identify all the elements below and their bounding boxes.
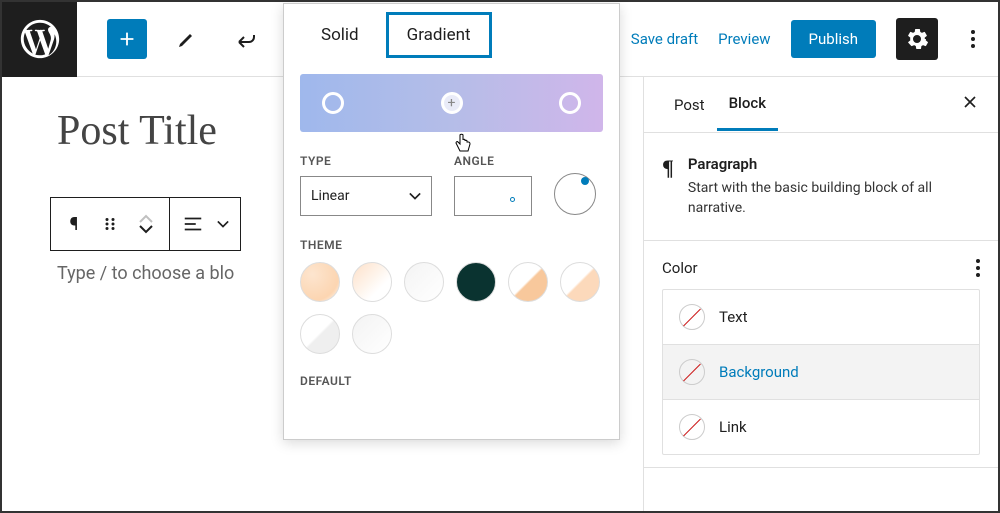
gradient-type-value: Linear — [311, 188, 349, 204]
gear-icon — [905, 27, 929, 51]
undo-button[interactable] — [227, 19, 267, 59]
sidebar-tabs: Post Block — [644, 77, 998, 133]
none-swatch-icon — [679, 414, 705, 440]
swatch-theme-6[interactable] — [560, 262, 600, 302]
swatch-theme-1[interactable] — [300, 262, 340, 302]
block-drag-handle[interactable] — [95, 209, 125, 239]
drag-icon — [101, 215, 119, 233]
save-draft-button[interactable]: Save draft — [631, 30, 698, 48]
publish-button[interactable]: Publish — [791, 20, 876, 58]
angle-label: ANGLE — [454, 154, 532, 168]
color-item-background[interactable]: Background — [663, 344, 979, 399]
swatch-theme-8[interactable] — [352, 314, 392, 354]
kebab-icon — [971, 30, 975, 48]
more-options-button[interactable] — [958, 18, 988, 60]
color-section-title: Color — [662, 259, 698, 277]
tab-block[interactable]: Block — [717, 78, 778, 131]
type-label: TYPE — [300, 154, 432, 168]
block-info: ¶ Paragraph Start with the basic buildin… — [644, 133, 998, 241]
swatch-theme-7[interactable] — [300, 314, 340, 354]
color-item-label: Text — [719, 308, 748, 326]
chevron-down-icon — [139, 224, 153, 234]
swatch-theme-5[interactable] — [508, 262, 548, 302]
plus-icon — [116, 28, 138, 50]
chevron-up-icon — [139, 214, 153, 224]
settings-button[interactable] — [896, 18, 938, 60]
color-section: Color Text Background Link — [644, 241, 998, 468]
angle-dial[interactable] — [554, 173, 596, 215]
block-name: Paragraph — [688, 155, 980, 173]
chevron-down-icon — [409, 192, 421, 200]
block-move-arrows[interactable] — [131, 209, 161, 239]
tab-post[interactable]: Post — [662, 80, 717, 130]
swatch-theme-2[interactable] — [352, 262, 392, 302]
theme-swatches — [300, 262, 603, 354]
close-icon — [960, 92, 980, 112]
edit-tool-button[interactable] — [167, 19, 207, 59]
gradient-stop-right[interactable] — [559, 92, 581, 114]
pencil-icon — [175, 27, 199, 51]
topbar-right-actions: Save draft Preview Publish — [631, 18, 998, 60]
gradient-stop-left[interactable] — [322, 92, 344, 114]
gradient-bar[interactable]: + — [300, 74, 603, 132]
angle-input[interactable] — [454, 176, 532, 216]
wp-logo[interactable] — [2, 2, 77, 77]
theme-label: THEME — [300, 238, 603, 252]
gradient-type-select[interactable]: Linear — [300, 176, 432, 216]
default-label: DEFAULT — [300, 374, 603, 388]
close-sidebar-button[interactable] — [960, 92, 980, 118]
preview-button[interactable]: Preview — [718, 30, 770, 48]
wordpress-icon — [17, 16, 63, 62]
color-item-text[interactable]: Text — [663, 290, 979, 344]
settings-sidebar: Post Block ¶ Paragraph Start with the ba… — [643, 77, 998, 511]
align-left-icon — [182, 213, 204, 235]
chevron-down-icon — [217, 220, 229, 228]
color-item-label: Link — [719, 418, 747, 436]
swatch-theme-4[interactable] — [456, 262, 496, 302]
tab-solid[interactable]: Solid — [300, 12, 380, 58]
swatch-theme-3[interactable] — [404, 262, 444, 302]
align-dropdown[interactable] — [214, 209, 232, 239]
paragraph-icon: ¶ — [662, 155, 674, 218]
add-block-button[interactable] — [107, 19, 147, 59]
none-swatch-icon — [679, 359, 705, 385]
color-item-label: Background — [719, 363, 799, 381]
block-toolbar: ¶ — [50, 197, 241, 251]
color-popover-tabs: Solid Gradient — [300, 12, 603, 58]
color-popover: Solid Gradient + TYPE Linear ANGLE — [283, 3, 620, 440]
align-button[interactable] — [178, 209, 208, 239]
block-description: Start with the basic building block of a… — [688, 179, 980, 218]
tab-gradient[interactable]: Gradient — [386, 12, 492, 58]
color-item-link[interactable]: Link — [663, 399, 979, 454]
block-paragraph-icon[interactable]: ¶ — [59, 209, 89, 239]
color-section-more-button[interactable] — [976, 259, 980, 277]
gradient-add-stop[interactable]: + — [441, 92, 463, 114]
kebab-icon — [976, 259, 980, 277]
none-swatch-icon — [679, 304, 705, 330]
undo-icon — [235, 27, 259, 51]
